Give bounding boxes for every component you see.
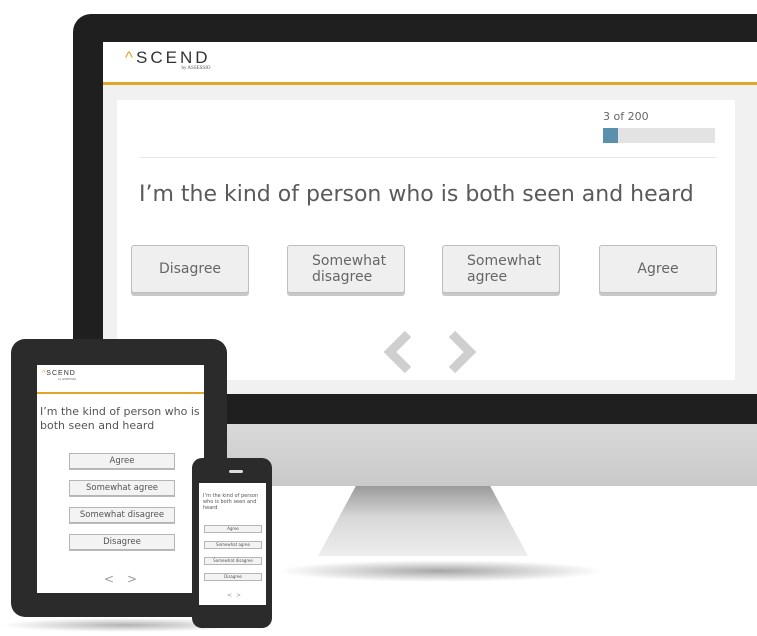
monitor-shadow xyxy=(276,560,606,582)
progress-label: 3 of 200 xyxy=(603,110,649,123)
phone-speaker xyxy=(229,470,243,473)
question-card: 3 of 200 I’m the kind of person who is b… xyxy=(117,100,735,380)
monitor-stand xyxy=(318,486,528,556)
tablet-option-somewhat-agree-button[interactable]: Somewhat agree xyxy=(69,480,175,496)
tablet-option-agree-button[interactable]: Agree xyxy=(69,453,175,469)
option-label: Disagree xyxy=(158,261,222,277)
option-disagree-button[interactable]: Disagree xyxy=(131,245,249,293)
logo-wordmark: ^SCEND xyxy=(125,49,211,67)
option-agree-button[interactable]: Agree xyxy=(599,245,717,293)
tablet-option-disagree-button[interactable]: Disagree xyxy=(69,534,175,550)
tablet-accent-rule xyxy=(37,392,204,394)
tablet-question-text: I’m the kind of person who is both seen … xyxy=(40,405,200,432)
progress-bar-fill xyxy=(603,128,618,143)
ascend-logo: ^SCEND by ASSESSIO xyxy=(125,49,211,72)
phone-option-somewhat-disagree-button[interactable]: Somewhat disagree xyxy=(204,557,262,565)
logo-word: SCEND xyxy=(135,48,211,67)
next-button[interactable] xyxy=(440,330,480,374)
option-somewhat-agree-button[interactable]: Somewhat agree xyxy=(442,245,560,293)
phone-next-button[interactable]: > xyxy=(236,592,241,599)
option-label: Somewhat agree xyxy=(467,253,542,285)
desktop-header: ^SCEND by ASSESSIO xyxy=(103,42,757,82)
option-somewhat-disagree-button[interactable]: Somewhat disagree xyxy=(287,245,405,293)
phone-previous-button[interactable]: < xyxy=(227,592,232,599)
phone-option-somewhat-agree-button[interactable]: Somewhat agree xyxy=(204,541,262,549)
header-accent-rule xyxy=(103,82,757,85)
logo-word: SCEND xyxy=(46,370,76,377)
chevron-right-icon xyxy=(448,330,477,374)
tablet-previous-button[interactable]: < xyxy=(104,572,114,586)
question-text: I’m the kind of person who is both seen … xyxy=(139,182,694,207)
phone-option-agree-button[interactable]: Agree xyxy=(204,525,262,533)
tablet-screen: ^SCEND by ASSESSIO I’m the kind of perso… xyxy=(37,365,204,593)
tablet-ascend-logo: ^SCEND by ASSESSIO xyxy=(42,370,76,381)
chevron-left-icon xyxy=(383,330,412,374)
option-label: Somewhat disagree xyxy=(312,253,387,285)
previous-button[interactable] xyxy=(380,330,420,374)
phone-question-text: I’m the kind of person who is both seen … xyxy=(203,493,259,511)
option-label: Agree xyxy=(637,261,679,277)
tablet-option-somewhat-disagree-button[interactable]: Somewhat disagree xyxy=(69,507,175,523)
phone-screen: I’m the kind of person who is both seen … xyxy=(199,483,266,605)
phone-option-disagree-button[interactable]: Disagree xyxy=(204,573,262,581)
tablet-next-button[interactable]: > xyxy=(127,572,137,586)
logo-caret-icon: ^ xyxy=(125,48,136,67)
progress-bar xyxy=(603,128,715,143)
divider xyxy=(139,157,717,158)
